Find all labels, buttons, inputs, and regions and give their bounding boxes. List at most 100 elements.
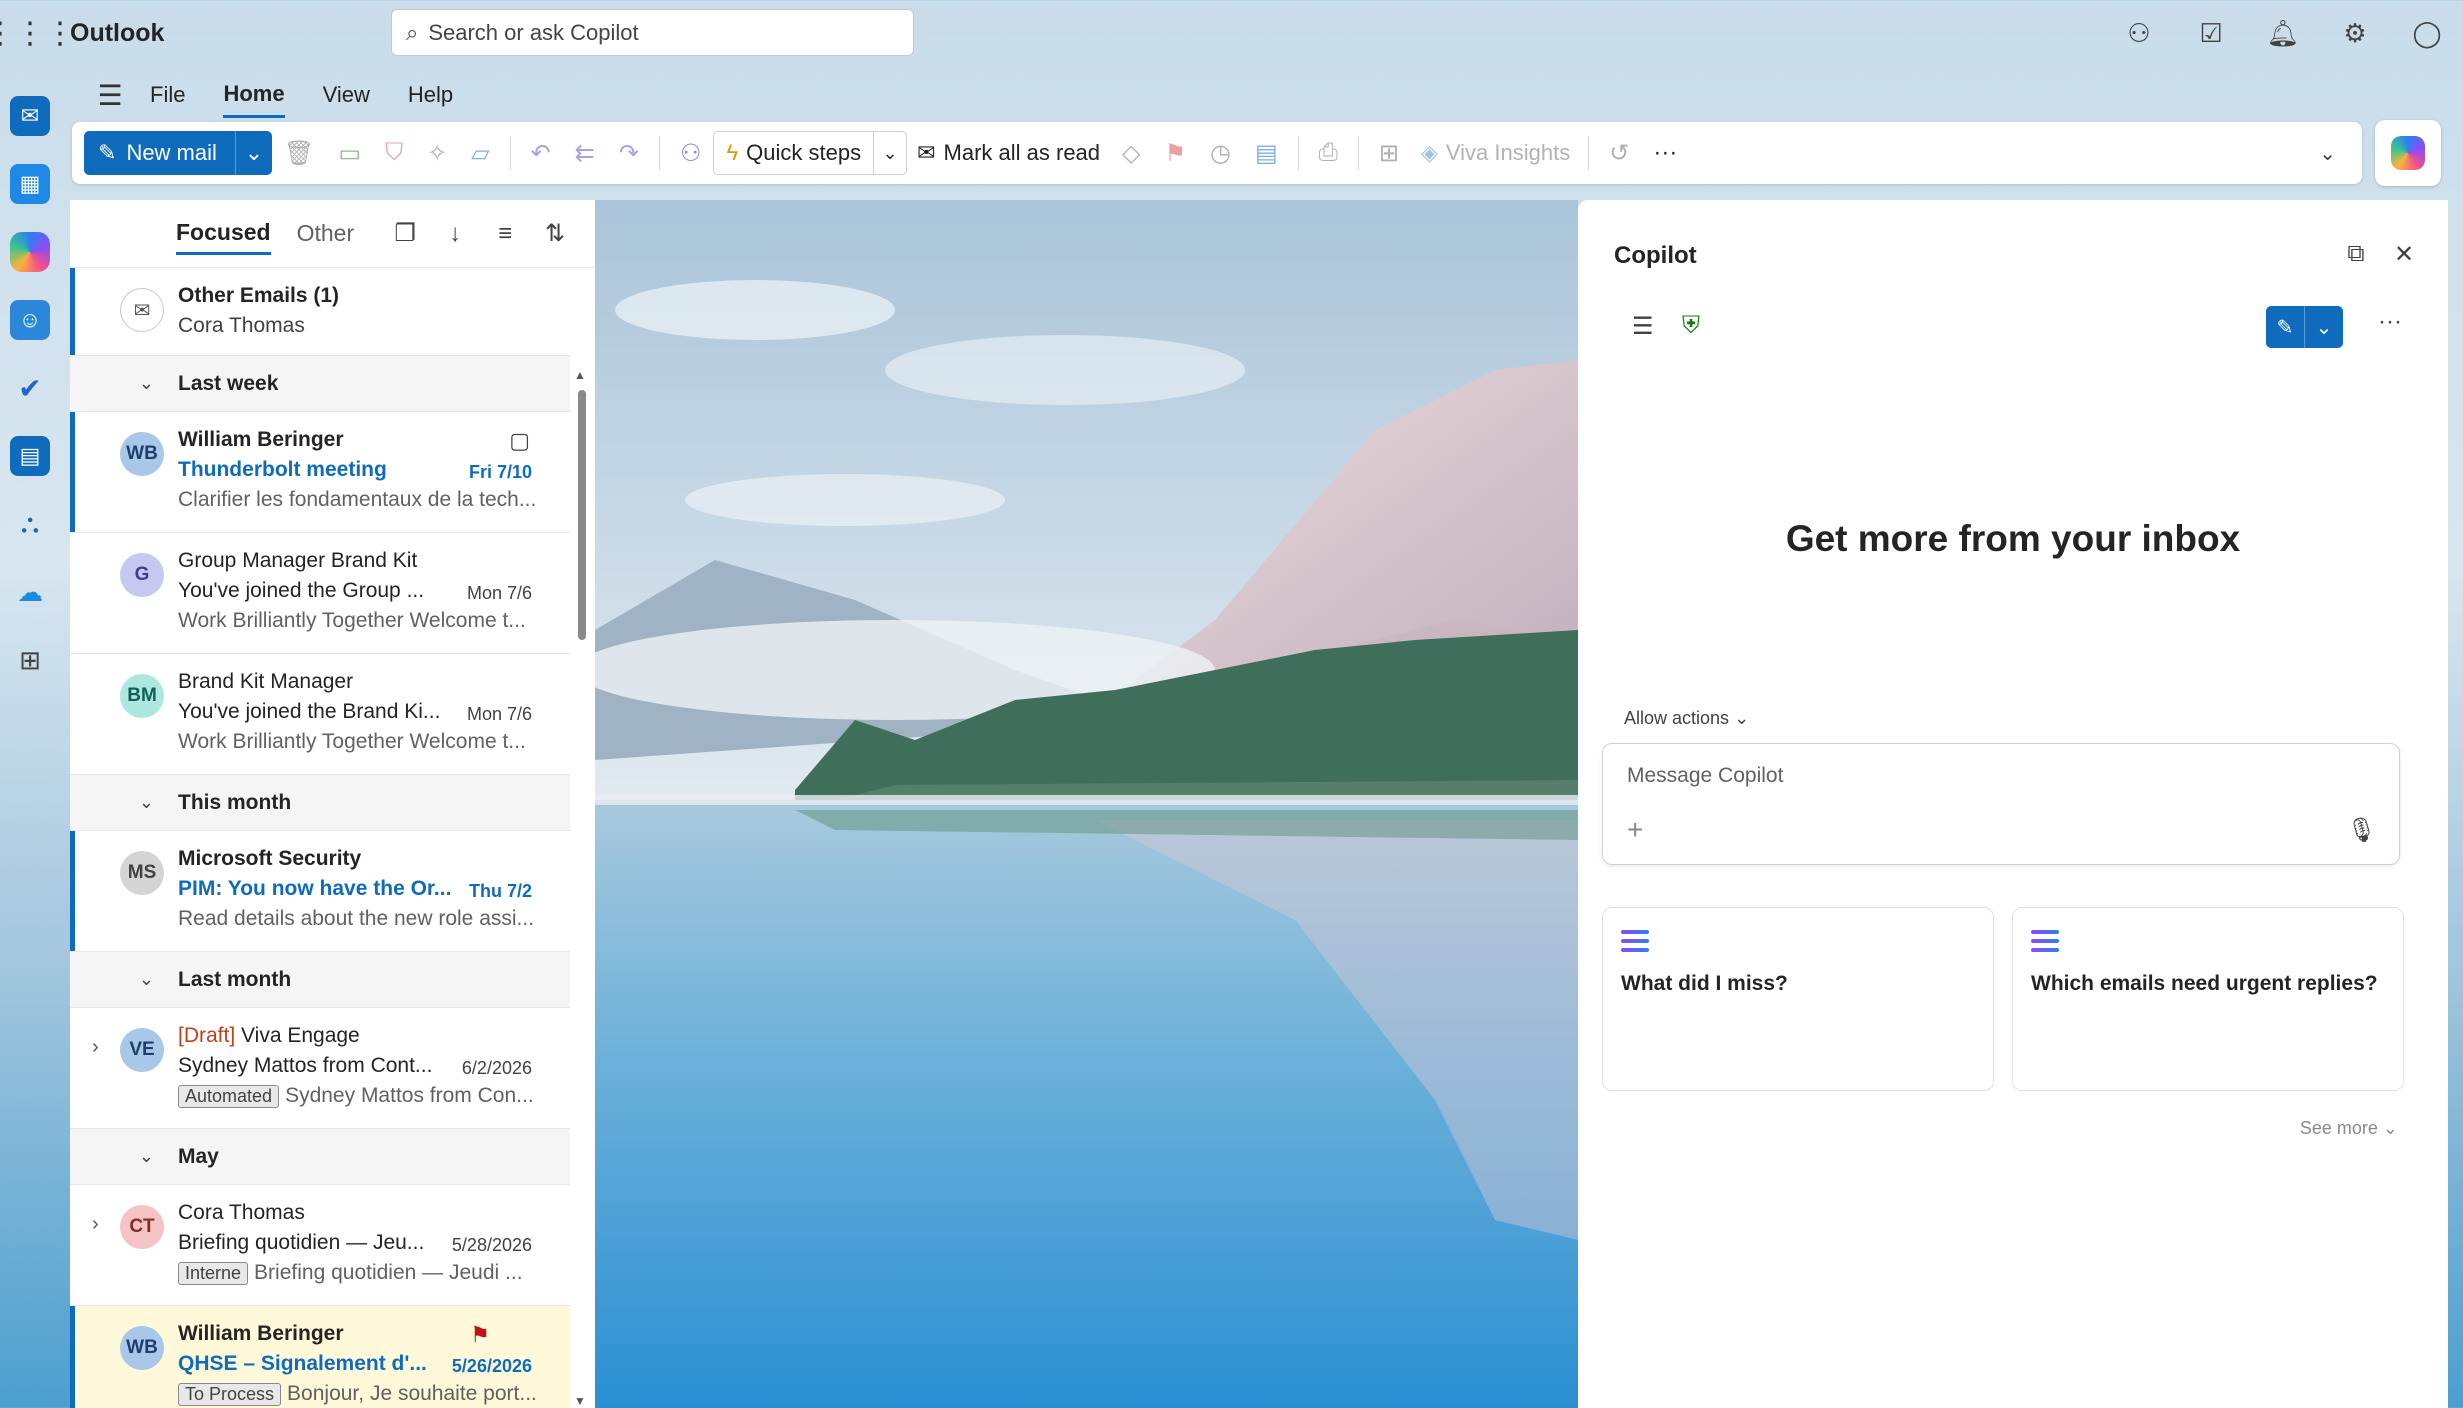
- select-icon[interactable]: ❐: [380, 219, 430, 248]
- more-apps-icon[interactable]: ⊞: [10, 640, 50, 680]
- chevron-down-icon: ⌄: [138, 969, 154, 989]
- other-emails-title: Other Emails (1): [178, 284, 340, 307]
- allow-actions-dropdown[interactable]: Allow actions ⌄: [1624, 708, 1749, 729]
- preview: Automated Sydney Mattos from Con...: [178, 1084, 538, 1108]
- search-box[interactable]: ⌕ Search or ask Copilot: [391, 9, 914, 56]
- reply-icon[interactable]: ↶: [531, 139, 551, 168]
- tab-other[interactable]: Other: [297, 214, 355, 253]
- preview-text: Bonjour, Je souhaite port...: [287, 1382, 537, 1405]
- scrollbar-thumb[interactable]: [578, 390, 586, 640]
- list-item[interactable]: MS Microsoft Security PIM: You now have …: [70, 831, 570, 952]
- undo-icon[interactable]: ↺: [1609, 139, 1629, 168]
- mail-app-icon[interactable]: ✉: [10, 96, 50, 136]
- mark-all-read-button[interactable]: ✉ Mark all as read: [917, 140, 1100, 166]
- avatar: BM: [120, 674, 164, 718]
- compose-icon: ✎: [98, 140, 117, 165]
- copilot-message-box[interactable]: Message Copilot + 🎙︎: [1602, 743, 2400, 865]
- report-icon[interactable]: ⛉: [385, 139, 403, 167]
- group-header-last-week[interactable]: ⌄ Last week: [70, 356, 570, 412]
- new-chat-icon[interactable]: ✎: [2266, 315, 2304, 340]
- tab-home[interactable]: Home: [223, 73, 285, 118]
- envelope-icon: ✉: [120, 288, 164, 332]
- snooze-icon[interactable]: ◷: [1210, 139, 1231, 168]
- viva-insights-label: Viva Insights: [1445, 140, 1571, 165]
- see-more-button[interactable]: See more ⌄: [2300, 1118, 2398, 1139]
- copilot-app-icon[interactable]: [10, 232, 50, 272]
- bell-icon[interactable]: 🔔︎: [2247, 18, 2319, 49]
- sort-icon[interactable]: ⇅: [530, 219, 580, 248]
- tab-view[interactable]: View: [323, 74, 370, 116]
- sender-name: Group Manager Brand Kit: [178, 549, 418, 572]
- new-mail-button[interactable]: ✎ New mail: [84, 131, 236, 175]
- list-item[interactable]: G Group Manager Brand Kit You've joined …: [70, 533, 570, 654]
- viva-insights-button[interactable]: ◈ Viva Insights: [1421, 140, 1570, 166]
- tab-focused[interactable]: Focused: [176, 213, 271, 255]
- list-item[interactable]: › CT Cora Thomas Briefing quotidien — Je…: [70, 1185, 570, 1306]
- delete-icon[interactable]: 🗑︎: [284, 139, 314, 168]
- list-item[interactable]: › VE [Draft] Viva Engage Sydney Mattos f…: [70, 1008, 570, 1129]
- reply-all-icon[interactable]: ⇇: [575, 139, 595, 168]
- add-attachment-icon[interactable]: +: [1627, 814, 1643, 846]
- sender-name: Microsoft Security: [178, 847, 362, 870]
- todo-app-icon[interactable]: ✔: [10, 368, 50, 408]
- jump-to-icon[interactable]: ↓: [430, 220, 480, 248]
- filter-icon[interactable]: ≡: [480, 220, 530, 248]
- hamburger-menu-icon[interactable]: ☰: [70, 79, 150, 112]
- org-explorer-icon[interactable]: ⛬: [10, 504, 50, 544]
- new-chat-dropdown-icon[interactable]: ⌄: [2305, 315, 2343, 340]
- suggestion-card-what-did-i-miss[interactable]: What did I miss?: [1602, 907, 1994, 1091]
- suggestion-card-urgent-replies[interactable]: Which emails need urgent replies?: [2012, 907, 2404, 1091]
- new-mail-dropdown[interactable]: ⌄: [236, 140, 272, 166]
- print-icon[interactable]: ⎙: [1319, 139, 1338, 167]
- people-app-icon[interactable]: ☺: [10, 300, 50, 340]
- group-header-this-month[interactable]: ⌄ This month: [70, 775, 570, 831]
- copilot-search-icon: ⌕: [406, 19, 419, 45]
- list-item[interactable]: BM Brand Kit Manager You've joined the B…: [70, 654, 570, 775]
- flag-icon[interactable]: ⚑: [1165, 139, 1187, 168]
- onedrive-icon[interactable]: ☁: [10, 572, 50, 612]
- quick-steps-button[interactable]: ϟ Quick steps: [714, 131, 875, 175]
- more-options-icon[interactable]: ···: [1653, 139, 1677, 167]
- scroll-up-icon[interactable]: ▲: [574, 368, 586, 382]
- sweep-icon[interactable]: ✧: [427, 139, 447, 168]
- flag-icon[interactable]: ⚑: [470, 1322, 490, 1348]
- shield-check-icon[interactable]: ⛨: [1682, 312, 1732, 341]
- pop-out-icon[interactable]: ⧉: [2332, 240, 2380, 269]
- other-emails-item[interactable]: ✉ Other Emails (1) Cora Thomas: [70, 268, 570, 356]
- message-list-scrollbar[interactable]: ▲ ▼: [572, 368, 592, 1408]
- quick-steps-dropdown[interactable]: ⌄: [874, 143, 906, 164]
- history-icon[interactable]: ☰: [1632, 312, 1682, 341]
- message-input[interactable]: Message Copilot: [1627, 764, 1783, 788]
- close-icon[interactable]: ✕: [2380, 240, 2428, 269]
- tab-help[interactable]: Help: [408, 74, 453, 116]
- message-list-header: Focused Other ❐ ↓ ≡ ⇅: [70, 200, 595, 268]
- search-input[interactable]: Search or ask Copilot: [428, 20, 638, 46]
- my-day-icon[interactable]: ☑: [2175, 18, 2247, 49]
- scroll-down-icon[interactable]: ▼: [574, 1394, 586, 1408]
- chevron-right-icon[interactable]: ›: [92, 1213, 99, 1236]
- microphone-icon[interactable]: 🎙︎: [2347, 816, 2377, 845]
- files-app-icon[interactable]: ▤: [10, 436, 50, 476]
- list-item[interactable]: WB William Beringer ▢ Thunderbolt meetin…: [70, 412, 570, 533]
- move-to-icon[interactable]: ▱: [471, 139, 489, 168]
- archive-icon[interactable]: ▭: [338, 139, 361, 168]
- list-item[interactable]: WB William Beringer ⚑ QHSE – Signalement…: [70, 1306, 570, 1408]
- chevron-right-icon[interactable]: ›: [92, 1036, 99, 1059]
- group-header-last-month[interactable]: ⌄ Last month: [70, 952, 570, 1008]
- more-options-icon[interactable]: ···: [2378, 308, 2402, 336]
- group-header-may[interactable]: ⌄ May: [70, 1129, 570, 1185]
- ribbon-expand-icon[interactable]: ⌄: [2319, 141, 2336, 166]
- gear-icon[interactable]: ⚙: [2319, 18, 2391, 49]
- rules-icon[interactable]: ▤: [1255, 139, 1278, 168]
- teams-icon[interactable]: ⚇: [2103, 18, 2175, 49]
- tab-file[interactable]: File: [150, 74, 185, 116]
- category-tag: Automated: [178, 1085, 280, 1108]
- account-icon[interactable]: ◯: [2391, 18, 2463, 49]
- tag-icon[interactable]: ◇: [1122, 139, 1140, 168]
- forward-icon[interactable]: ↷: [619, 139, 639, 168]
- copilot-toggle-button[interactable]: [2375, 120, 2441, 186]
- apps-icon[interactable]: ⊞: [1379, 139, 1399, 168]
- app-launcher-icon[interactable]: ⋮⋮⋮: [0, 0, 75, 66]
- calendar-app-icon[interactable]: ▦: [10, 164, 50, 204]
- teams-share-icon[interactable]: ⚇: [680, 139, 702, 168]
